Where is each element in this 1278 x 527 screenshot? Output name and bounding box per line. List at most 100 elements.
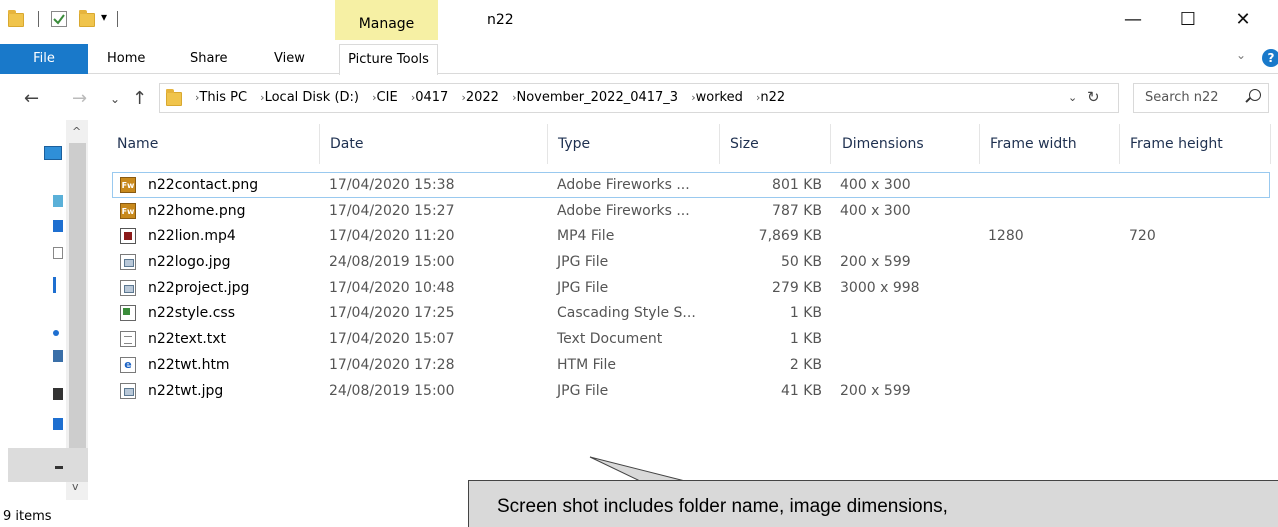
file-row[interactable]: Fw n22home.png 17/04/2020 15:27 Adobe Fi… xyxy=(112,198,1270,224)
navigation-scrollbar-thumb[interactable] xyxy=(69,143,86,473)
breadcrumb-item[interactable]: 2022 xyxy=(466,90,499,105)
file-date: 17/04/2020 15:07 xyxy=(329,331,455,348)
nav-drive-icon[interactable] xyxy=(55,466,63,469)
customize-quick-access-icon[interactable]: ▾ xyxy=(101,10,107,34)
file-size: 1 KB xyxy=(789,305,822,322)
breadcrumb-item[interactable]: 0417 xyxy=(415,90,448,105)
file-size: 41 KB xyxy=(780,382,822,399)
annotation-callout: Screen shot includes folder name, image … xyxy=(468,480,1278,527)
back-button[interactable]: ← xyxy=(24,88,39,109)
file-row[interactable]: n22logo.jpg 24/08/2019 15:00 JPG File 50… xyxy=(112,249,1270,275)
column-header-size[interactable]: Size xyxy=(730,124,759,164)
breadcrumb-item[interactable]: CIE xyxy=(377,90,398,105)
tab-picture-tools[interactable]: Picture Tools xyxy=(339,44,438,75)
tab-home[interactable]: Home xyxy=(107,44,145,74)
file-date: 17/04/2020 15:38 xyxy=(329,177,455,193)
properties-checkmark-icon[interactable] xyxy=(51,11,67,27)
file-dimensions: 200 x 599 xyxy=(840,382,911,399)
file-dimensions: 200 x 599 xyxy=(840,254,911,271)
file-row[interactable]: Fw n22contact.png 17/04/2020 15:38 Adobe… xyxy=(112,172,1270,198)
close-button[interactable]: ✕ xyxy=(1220,0,1266,40)
breadcrumb-item[interactable]: n22 xyxy=(760,90,785,105)
file-date: 17/04/2020 17:28 xyxy=(329,356,455,373)
file-date: 17/04/2020 10:48 xyxy=(329,279,455,296)
file-type: MP4 File xyxy=(557,228,615,245)
image-icon xyxy=(120,279,136,296)
nav-desktop-icon[interactable] xyxy=(53,220,63,232)
column-header-dimensions[interactable]: Dimensions xyxy=(842,124,924,164)
nav-network-icon[interactable] xyxy=(53,418,63,430)
ribbon-expand-icon[interactable]: ⌄ xyxy=(1236,48,1246,62)
minimize-button[interactable]: — xyxy=(1110,0,1156,40)
column-header-date[interactable]: Date xyxy=(330,124,363,164)
image-icon xyxy=(120,254,136,271)
tab-manage[interactable]: Manage xyxy=(335,0,438,40)
refresh-icon[interactable]: ↻ xyxy=(1087,88,1100,106)
status-item-count: 9 items xyxy=(3,509,52,524)
address-dropdown-icon[interactable]: ⌄ xyxy=(1068,91,1077,104)
nav-downloads-icon[interactable] xyxy=(53,277,56,293)
column-divider[interactable] xyxy=(719,124,720,164)
file-row[interactable]: n22twt.jpg 24/08/2019 15:00 JPG File 41 … xyxy=(112,378,1270,404)
column-divider[interactable] xyxy=(547,124,548,164)
nav-selected-item[interactable] xyxy=(8,448,88,482)
text-file-icon xyxy=(120,331,136,348)
address-bar[interactable]: ›This PC ›Local Disk (D:) ›CIE ›0417 ›20… xyxy=(159,83,1119,113)
file-row[interactable]: n22style.css 17/04/2020 17:25 Cascading … xyxy=(112,300,1270,326)
column-divider[interactable] xyxy=(1119,124,1120,164)
this-pc-icon[interactable] xyxy=(44,146,62,160)
quick-access-folder-icon[interactable] xyxy=(8,8,24,32)
file-size: 801 KB xyxy=(772,177,822,193)
forward-button[interactable]: → xyxy=(72,88,87,109)
new-folder-icon[interactable] xyxy=(79,8,95,32)
nav-documents-icon[interactable] xyxy=(53,247,63,259)
tab-view[interactable]: View xyxy=(274,44,305,74)
file-row[interactable]: n22text.txt 17/04/2020 15:07 Text Docume… xyxy=(112,326,1270,352)
column-divider[interactable] xyxy=(830,124,831,164)
file-size: 2 KB xyxy=(789,356,822,373)
file-row[interactable]: n22lion.mp4 17/04/2020 11:20 MP4 File 7,… xyxy=(112,223,1270,249)
file-row[interactable]: n22project.jpg 17/04/2020 10:48 JPG File… xyxy=(112,275,1270,301)
breadcrumb-item[interactable]: worked xyxy=(696,90,743,105)
breadcrumb-item[interactable]: November_2022_0417_3 xyxy=(517,90,679,105)
file-size: 7,869 KB xyxy=(758,228,822,245)
file-size: 1 KB xyxy=(789,331,822,348)
column-header-frame-height[interactable]: Frame height xyxy=(1130,124,1223,164)
file-name: n22twt.htm xyxy=(148,356,230,373)
file-dimensions: 400 x 300 xyxy=(840,177,911,193)
file-type: HTM File xyxy=(557,356,617,373)
file-name: n22project.jpg xyxy=(148,279,250,296)
maximize-button[interactable]: ☐ xyxy=(1165,0,1211,40)
nav-pictures-icon[interactable] xyxy=(53,350,63,362)
column-header-type[interactable]: Type xyxy=(558,124,590,164)
column-header-frame-width[interactable]: Frame width xyxy=(990,124,1077,164)
recent-locations-button[interactable]: ⌄ xyxy=(110,92,120,106)
tab-share[interactable]: Share xyxy=(190,44,228,74)
nav-folder-icon[interactable] xyxy=(53,195,63,207)
column-divider[interactable] xyxy=(1270,124,1271,164)
nav-videos-icon[interactable] xyxy=(53,388,63,400)
column-divider[interactable] xyxy=(979,124,980,164)
scroll-up-icon[interactable]: ^ xyxy=(72,125,81,138)
file-name: n22twt.jpg xyxy=(148,382,224,399)
column-header-name[interactable]: Name xyxy=(117,124,158,164)
title-bar: ▾ Manage n22 — ☐ ✕ xyxy=(0,0,1278,40)
file-dimensions: 400 x 300 xyxy=(840,202,911,219)
search-icon[interactable] xyxy=(1249,89,1261,101)
file-name: n22style.css xyxy=(148,305,235,322)
image-icon xyxy=(120,382,136,399)
tab-file[interactable]: File xyxy=(0,44,88,74)
column-divider[interactable] xyxy=(319,124,320,164)
breadcrumb-item[interactable]: This PC xyxy=(199,90,247,105)
file-frame-width: 1280 xyxy=(988,228,1024,245)
file-type: JPG File xyxy=(557,254,609,271)
file-row[interactable]: e n22twt.htm 17/04/2020 17:28 HTM File 2… xyxy=(112,352,1270,378)
window-title: n22 xyxy=(487,12,514,28)
file-name: n22contact.png xyxy=(148,177,259,193)
up-button[interactable]: ↑ xyxy=(132,88,147,109)
breadcrumb-item[interactable]: Local Disk (D:) xyxy=(265,90,359,105)
file-size: 279 KB xyxy=(772,279,822,296)
video-icon xyxy=(120,228,136,245)
nav-music-icon[interactable] xyxy=(53,330,59,336)
help-icon[interactable]: ? xyxy=(1262,49,1278,67)
